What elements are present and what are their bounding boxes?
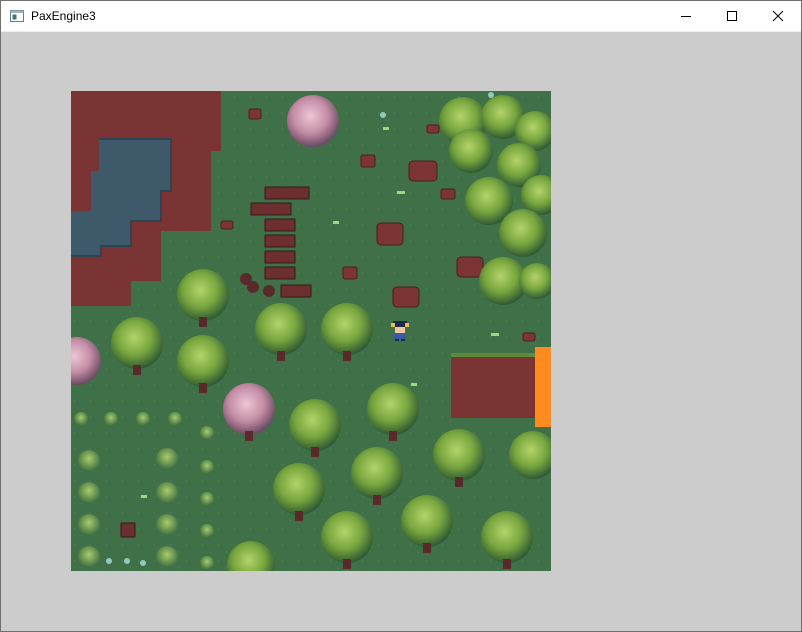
game-client-area bbox=[1, 32, 801, 631]
minimize-button[interactable] bbox=[663, 1, 709, 31]
title-bar[interactable]: PaxEngine3 bbox=[1, 1, 801, 32]
game-viewport[interactable] bbox=[71, 91, 551, 571]
window-title: PaxEngine3 bbox=[31, 9, 96, 23]
small-crate bbox=[120, 522, 136, 538]
trigger-zone[interactable] bbox=[535, 347, 551, 427]
maximize-button[interactable] bbox=[709, 1, 755, 31]
tilemap bbox=[71, 91, 551, 571]
minimize-icon bbox=[681, 16, 691, 17]
close-icon bbox=[772, 10, 784, 22]
close-button[interactable] bbox=[755, 1, 801, 31]
maximize-icon bbox=[727, 11, 737, 21]
app-window: PaxEngine3 bbox=[0, 0, 802, 632]
app-window-icon bbox=[10, 10, 24, 22]
